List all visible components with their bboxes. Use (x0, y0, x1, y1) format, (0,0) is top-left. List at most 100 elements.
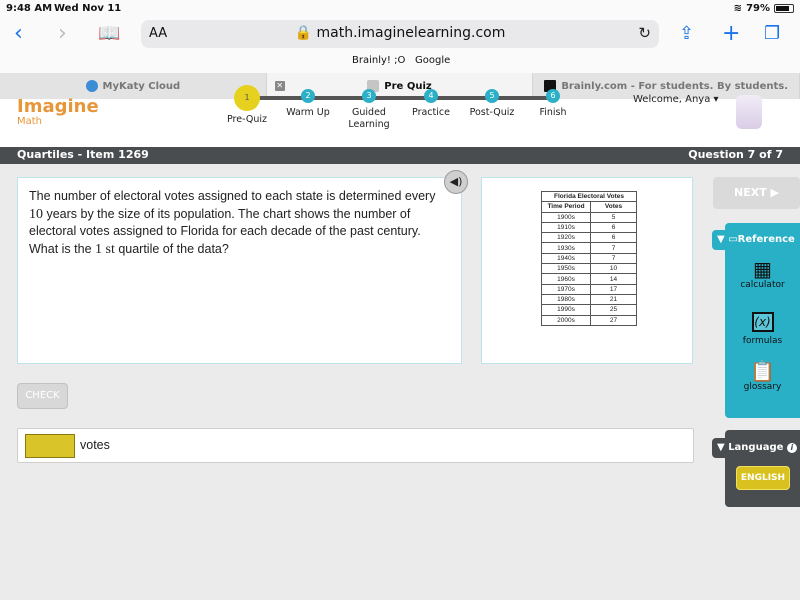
question-counter: Question 7 of 7 (688, 148, 783, 161)
votes-cell: 7 (590, 252, 637, 265)
caret-down-icon: ▾ (713, 94, 719, 105)
new-tab-plus-icon[interactable]: + (722, 22, 740, 46)
formulas-button[interactable]: (x) formulas (725, 310, 800, 346)
votes-cell: 6 (590, 221, 637, 234)
answer-unit: votes (80, 438, 110, 452)
calculator-label: calculator (740, 280, 785, 290)
formulas-icon: (x) (751, 312, 774, 332)
language-title: Language (728, 442, 784, 453)
table-row: 1980s 21 (541, 293, 637, 306)
english-button[interactable]: ENGLISH (736, 466, 790, 490)
votes-cell: 21 (590, 293, 637, 306)
time-period-cell: 2000s (541, 314, 591, 326)
status-right: ≋ 79% (734, 3, 794, 14)
question-text: The number of electoral votes assigned t… (29, 188, 449, 258)
share-icon[interactable]: ⇪ (679, 22, 694, 46)
address-bar[interactable]: AA 🔒 math.imaginelearning.com ↻ (141, 20, 659, 48)
bookmark-google[interactable]: Google (415, 55, 450, 66)
next-button[interactable]: NEXT ▶ (713, 177, 800, 209)
reload-icon[interactable]: ↻ (638, 24, 651, 42)
glossary-label: glossary (743, 382, 782, 392)
url-text[interactable]: 🔒 math.imaginelearning.com (141, 25, 659, 41)
step-number: 4 (424, 89, 438, 103)
time-period-cell: 1920s (541, 232, 591, 244)
tab-label: Brainly.com - For students. By students. (561, 80, 789, 92)
logo-title: Imagine (17, 96, 99, 117)
table-title: Florida Electoral Votes (541, 190, 637, 203)
time-period-cell: 1950s (541, 263, 591, 275)
time-period-cell: 1910s (541, 221, 591, 234)
table-row: 1910s 6 (541, 221, 637, 234)
calculator-button[interactable]: ▦ calculator (725, 258, 800, 290)
bookmarks-book-icon[interactable]: 📖 (98, 22, 120, 46)
formulas-label: formulas (742, 336, 783, 346)
column-header: Time Period (541, 201, 591, 213)
step-number: 1 (234, 85, 260, 111)
status-date: Wed Nov 11 (54, 3, 122, 14)
step-label: Warm Up (286, 107, 330, 118)
votes-cell: 5 (590, 211, 637, 223)
forward-icon[interactable]: › (58, 22, 67, 46)
votes-cell: 27 (590, 314, 637, 326)
language-toggle[interactable]: ▼ Language i (712, 438, 800, 458)
step-number: 2 (301, 89, 315, 103)
step-guided-learning: 3 Guided Learning (334, 89, 404, 131)
answer-input[interactable] (25, 434, 75, 458)
step-label: Post-Quiz (469, 107, 515, 118)
reference-toggle[interactable]: ▼ ▭Reference (712, 230, 800, 250)
check-button[interactable]: CHECK (17, 383, 68, 409)
votes-cell: 14 (590, 273, 637, 285)
glossary-button[interactable]: 📋 glossary (725, 360, 800, 392)
info-icon[interactable]: i (786, 443, 797, 453)
time-period-cell: 1980s (541, 293, 591, 306)
step-label: Practice (412, 107, 450, 118)
battery-icon (774, 4, 794, 13)
votes-cell: 10 (590, 263, 637, 275)
url-value: math.imaginelearning.com (316, 25, 506, 41)
florida-votes-table: Florida Electoral Votes Time Period Vote… (541, 190, 637, 326)
step-label: Finish (539, 107, 567, 118)
logo-subtitle: Math (17, 116, 43, 127)
time-period-cell: 1990s (541, 304, 591, 316)
reference-window-icon: ▭ (728, 234, 738, 245)
wifi-icon: ≋ (733, 3, 743, 14)
avatar[interactable] (736, 95, 762, 129)
step-post-quiz: 5 Post-Quiz (457, 89, 527, 119)
question-text-1: The number of electoral votes assigned t… (29, 189, 436, 203)
table-panel: Florida Electoral Votes Time Period Vote… (481, 177, 693, 364)
question-text-3: quartile of the data? (114, 241, 229, 256)
app-header: Imagine Math 1 Pre-Quiz 2 Warm Up 3 Guid… (0, 85, 800, 147)
back-icon[interactable]: ‹ (14, 22, 23, 46)
lock-icon: 🔒 (294, 25, 313, 41)
table-row: 1900s 5 (541, 211, 637, 223)
column-header: Votes (590, 201, 637, 213)
table-row: 1990s 25 (541, 304, 637, 316)
time-period-cell: 1930s (541, 242, 591, 254)
welcome-text: Welcome, Anya (633, 94, 711, 105)
answer-row: votes (17, 428, 694, 463)
table-row: 1950s 10 (541, 263, 637, 275)
triangle-down-icon: ▼ (717, 442, 725, 453)
battery-percent: 79% (746, 3, 770, 14)
step-label: Guided Learning (348, 107, 390, 130)
time-period-cell: 1960s (541, 273, 591, 285)
mykaty-favicon-icon (85, 80, 98, 92)
tab-label: MyKaty Cloud (102, 80, 181, 92)
speaker-icon[interactable]: ◀) (444, 170, 468, 194)
bookmark-brainly[interactable]: Brainly! ;O (352, 55, 405, 66)
votes-cell: 7 (590, 242, 637, 254)
status-time: 9:48 AM (6, 3, 53, 14)
reference-title: Reference (737, 234, 795, 245)
status-bar: 9:48 AM Wed Nov 11 ≋ 79% (0, 0, 800, 18)
step-pre-quiz: 1 Pre-Quiz (212, 85, 282, 126)
votes-cell: 6 (590, 232, 637, 244)
question-panel: The number of electoral votes assigned t… (17, 177, 462, 364)
lesson-title: Quartiles - Item 1269 (17, 148, 149, 161)
welcome-menu[interactable]: Welcome, Anya ▾ (633, 94, 719, 105)
step-label: Pre-Quiz (226, 114, 267, 125)
step-practice: 4 Practice (396, 89, 466, 119)
tabs-overview-icon[interactable]: ❐ (764, 22, 780, 46)
step-number: 6 (546, 89, 560, 103)
calculator-icon: ▦ (753, 257, 772, 281)
step-warm-up: 2 Warm Up (273, 89, 343, 119)
